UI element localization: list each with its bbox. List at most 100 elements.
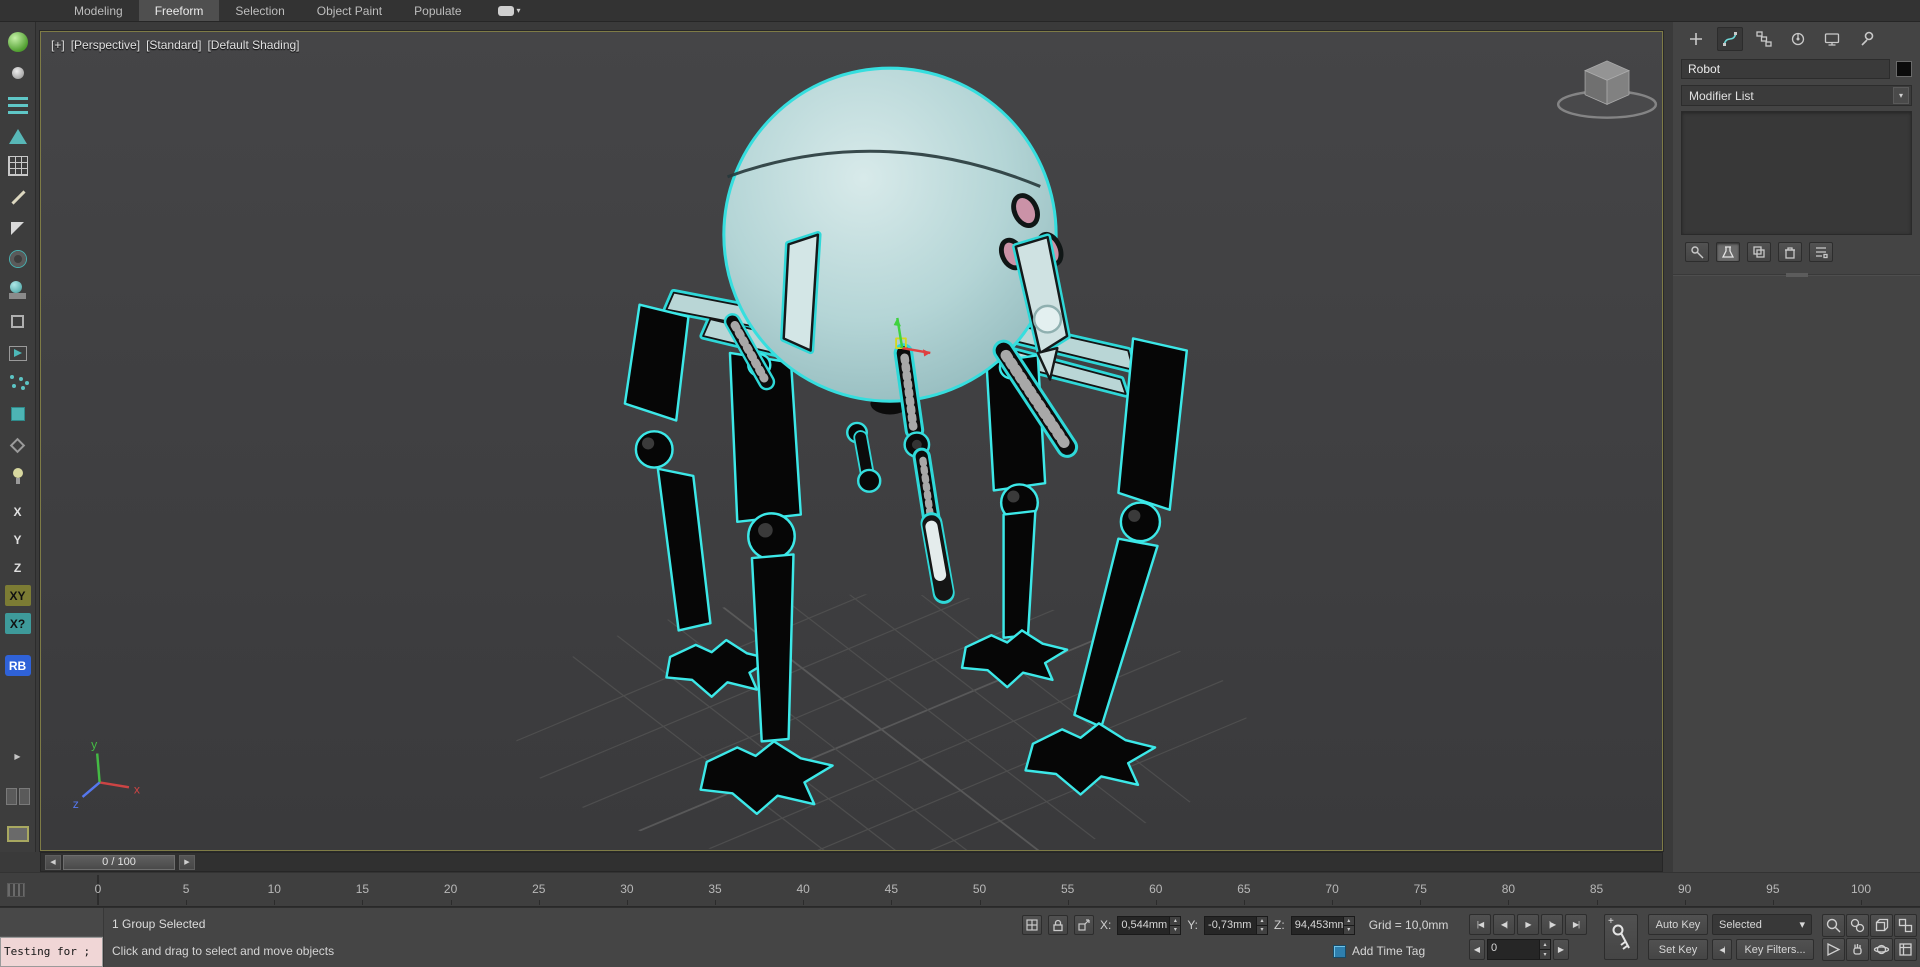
go-to-start-button[interactable]: |◀ (1469, 914, 1491, 935)
scatter-tool-button[interactable] (5, 371, 31, 395)
z-coord-field[interactable]: 94,453mm ▴ ▾ (1290, 915, 1355, 935)
cone-tool-button[interactable] (5, 123, 31, 147)
axis-z-button[interactable]: Z (5, 557, 31, 578)
play-box-tool-button[interactable] (5, 340, 31, 364)
orbit-button[interactable] (1870, 938, 1893, 961)
display-tab[interactable] (1819, 27, 1845, 51)
y-spinner[interactable]: ▴ ▾ (1256, 916, 1268, 934)
toolbar-expand-button[interactable]: ▶ (7, 747, 29, 765)
viewport-canvas[interactable]: x y z (41, 32, 1662, 850)
viewport-menu-shading[interactable]: [Default Shading] (207, 38, 299, 52)
ribbon-state-button[interactable]: ▾ (492, 0, 527, 21)
hierarchy-tab[interactable] (1751, 27, 1777, 51)
object-name-field[interactable]: Robot (1681, 59, 1890, 79)
auto-key-button[interactable]: Auto Key (1648, 914, 1708, 935)
spinner-down-icon[interactable]: ▾ (1540, 950, 1550, 959)
rollout-divider[interactable] (1673, 273, 1920, 277)
tab-object-paint[interactable]: Object Paint (301, 0, 398, 21)
layers-tool-button[interactable] (5, 92, 31, 116)
lasso-tool-button[interactable] (5, 433, 31, 457)
modify-tab[interactable] (1717, 27, 1743, 51)
dot-brush-tool-button[interactable] (5, 61, 31, 85)
maximize-viewport-button[interactable] (1894, 938, 1917, 961)
previous-frame-button[interactable]: ◀| (1493, 914, 1515, 935)
key-step-forward-button[interactable]: ▶ (1553, 939, 1569, 960)
viewcube[interactable] (1556, 60, 1658, 119)
set-keys-button[interactable]: + (1604, 914, 1638, 960)
z-spinner[interactable]: ▴ ▾ (1342, 916, 1354, 934)
axis-xy-button[interactable]: XY (4, 585, 31, 606)
key-nav-mini-buttons[interactable]: ◀| (1712, 939, 1732, 960)
isolate-selection-button[interactable] (1022, 915, 1042, 935)
key-step-back-button[interactable]: ◀ (1469, 939, 1485, 960)
timeline-ruler-track[interactable]: 0 5 10 15 20 25 30 35 40 45 50 55 60 65 70 75 80 85 90 95 10… (0, 872, 1920, 907)
current-frame-field[interactable]: 0 ▴ ▾ (1487, 939, 1551, 960)
axis-x2-button[interactable]: X? (4, 613, 31, 634)
absolute-offset-toggle[interactable] (1074, 915, 1094, 935)
add-time-tag-button[interactable]: Add Time Tag (1333, 944, 1425, 958)
pan-button[interactable] (1846, 938, 1869, 961)
zoom-button[interactable] (1822, 914, 1845, 937)
brush-arrow-tool-button[interactable] (5, 216, 31, 240)
spinner-up-icon[interactable]: ▴ (1170, 916, 1181, 926)
selection-set-dropdown[interactable]: Selected ▾ (1712, 914, 1812, 935)
y-coord-field[interactable]: -0,73mm ▴ ▾ (1204, 915, 1269, 935)
field-of-view-button[interactable] (1822, 938, 1845, 961)
lamp-tool-button[interactable] (5, 464, 31, 488)
trackbar-grip-icon[interactable] (7, 883, 25, 897)
time-slider-prev-button[interactable]: ◀ (45, 854, 61, 870)
go-to-end-button[interactable]: ▶| (1565, 914, 1587, 935)
axis-x-button[interactable]: X (5, 501, 31, 522)
next-frame-button[interactable]: |▶ (1541, 914, 1563, 935)
macro-recorder-line[interactable]: Testing for ; (0, 937, 103, 967)
motion-tab[interactable] (1785, 27, 1811, 51)
axis-y-button[interactable]: Y (5, 529, 31, 550)
spinner-down-icon[interactable]: ▾ (1343, 925, 1354, 934)
selection-lock-toggle[interactable] (1048, 915, 1068, 935)
tab-selection[interactable]: Selection (219, 0, 300, 21)
spinner-down-icon[interactable]: ▾ (1257, 925, 1268, 934)
viewport-layout-icon[interactable] (5, 788, 30, 805)
ring-tool-button[interactable] (5, 247, 31, 271)
spinner-up-icon[interactable]: ▴ (1257, 916, 1268, 926)
tab-modeling[interactable]: Modeling (58, 0, 139, 21)
show-end-result-button[interactable] (1716, 242, 1740, 262)
create-tab[interactable] (1683, 27, 1709, 51)
x-coord-field[interactable]: 0,544mm ▴ ▾ (1117, 915, 1182, 935)
zoom-all-button[interactable] (1846, 914, 1869, 937)
rb-button[interactable]: RB (4, 655, 31, 676)
key-filters-button[interactable]: Key Filters... (1736, 939, 1814, 960)
play-animation-button[interactable]: ▶ (1517, 914, 1539, 935)
time-slider-handle[interactable]: 0 / 100 (63, 854, 175, 870)
maxscript-mini-listener[interactable]: Testing for ; (0, 908, 104, 967)
modifier-stack-list[interactable] (1681, 111, 1912, 235)
utilities-tab[interactable] (1853, 27, 1879, 51)
spinner-down-icon[interactable]: ▾ (1170, 925, 1181, 934)
spinner-up-icon[interactable]: ▴ (1540, 940, 1550, 950)
x-spinner[interactable]: ▴ ▾ (1169, 916, 1181, 934)
set-key-button[interactable]: Set Key (1648, 939, 1708, 960)
robot-model[interactable] (623, 66, 1189, 816)
object-color-swatch[interactable] (1896, 61, 1912, 77)
sphere-brush-tool-button[interactable] (5, 30, 31, 54)
zoom-extents-button[interactable] (1870, 914, 1893, 937)
spinner-up-icon[interactable]: ▴ (1343, 916, 1354, 926)
modifier-list-dropdown[interactable]: Modifier List ▾ (1681, 85, 1912, 106)
grid-table-tool-button[interactable] (5, 154, 31, 178)
cube-tool-button[interactable] (5, 309, 31, 333)
viewport-layout-active-icon[interactable] (6, 826, 29, 842)
listener-white-line[interactable] (0, 908, 103, 937)
viewport-menu-pov[interactable]: [Perspective] (71, 38, 140, 52)
remove-modifier-button[interactable] (1778, 242, 1802, 262)
tab-populate[interactable]: Populate (398, 0, 477, 21)
viewport-menu-plus[interactable]: [+] (51, 38, 65, 52)
make-unique-button[interactable] (1747, 242, 1771, 262)
paint-sphere-tool-button[interactable] (5, 278, 31, 302)
teal-square-tool-button[interactable] (5, 402, 31, 426)
time-slider-next-button[interactable]: ▶ (179, 854, 195, 870)
frame-spinner[interactable]: ▴ ▾ (1539, 940, 1550, 959)
time-slider-track[interactable]: ◀ 0 / 100 ▶ (40, 852, 1663, 872)
pin-stack-button[interactable] (1685, 242, 1709, 262)
zoom-extents-all-button[interactable] (1894, 914, 1917, 937)
tab-freeform[interactable]: Freeform (138, 0, 220, 21)
